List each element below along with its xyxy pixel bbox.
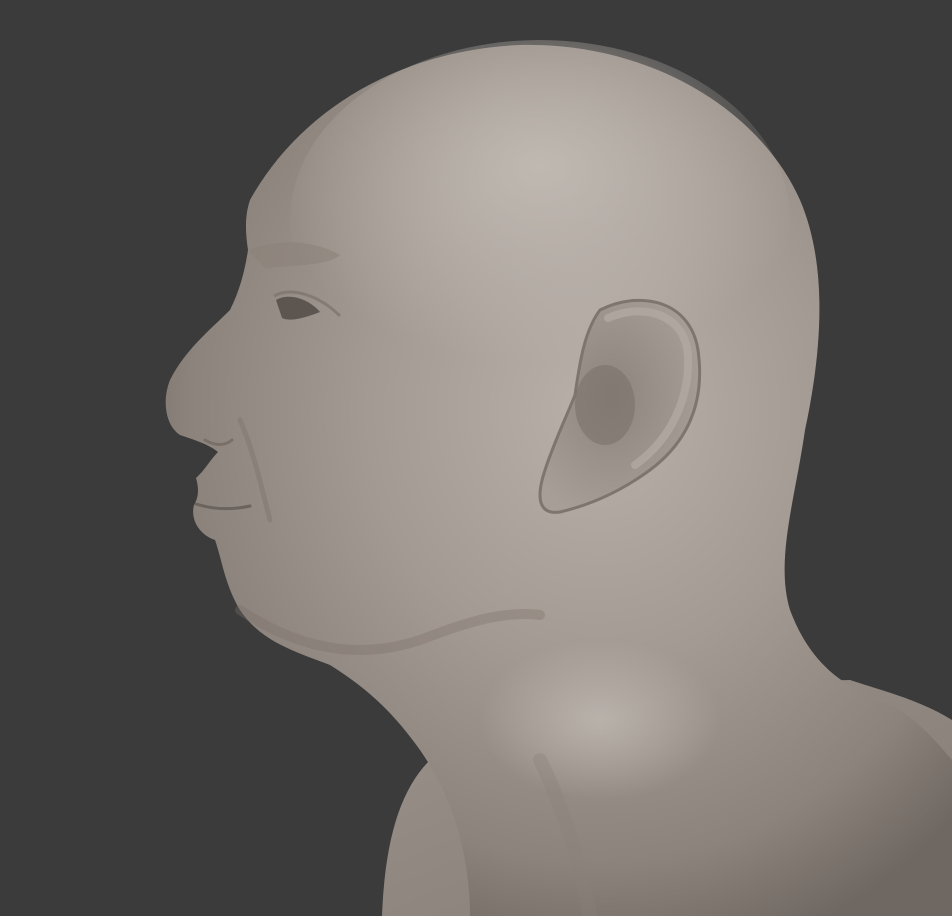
ear-concha: [575, 365, 635, 445]
cranium-highlight: [290, 40, 790, 400]
sculpted-head-model[interactable]: [0, 0, 952, 916]
neck-highlight: [480, 640, 720, 800]
3d-viewport[interactable]: [0, 0, 952, 916]
